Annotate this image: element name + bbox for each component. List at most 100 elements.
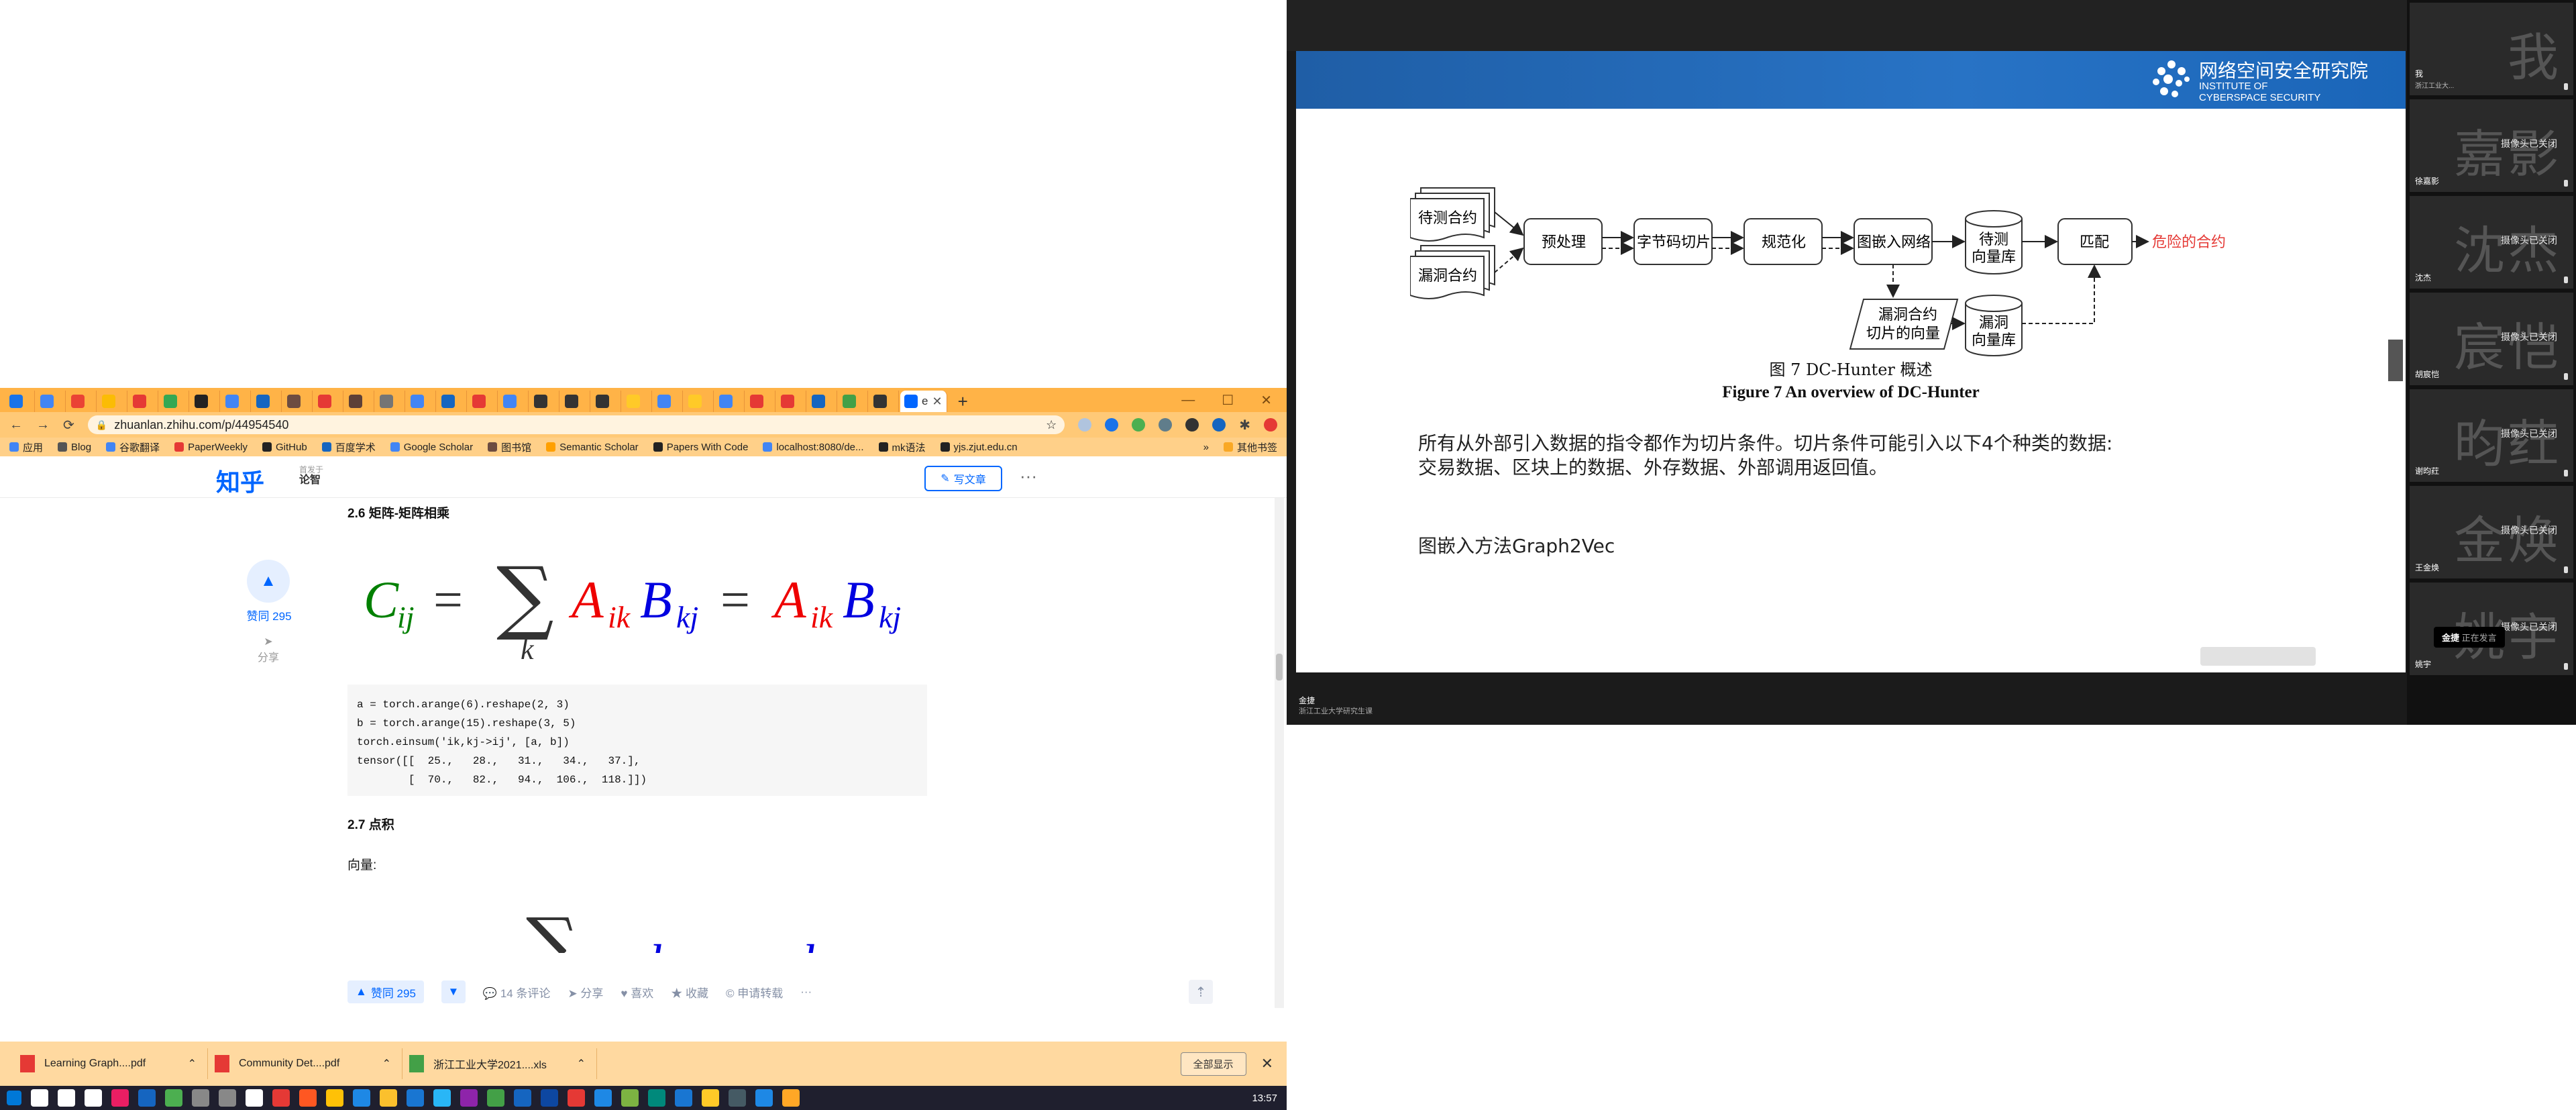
bookmark-item[interactable]: PaperWeekly	[174, 440, 248, 454]
tab[interactable]	[67, 391, 97, 412]
more-icon[interactable]: ···	[1020, 466, 1037, 487]
download-item[interactable]: Community Det....pdf ⌃	[208, 1048, 402, 1079]
bookmark-item[interactable]: 应用	[9, 440, 43, 454]
taskbar-app-icon[interactable]	[272, 1089, 290, 1107]
profile-avatar[interactable]	[1264, 418, 1277, 432]
minimize-icon[interactable]: —	[1181, 393, 1195, 408]
share-button[interactable]: ➤ 分享	[568, 984, 603, 1001]
participant-tile[interactable]: 宸恺 摄像头已关闭 胡宸恺	[2410, 293, 2573, 385]
tab[interactable]	[839, 391, 868, 412]
page-scrollbar[interactable]	[1275, 498, 1284, 1008]
taskbar-app-icon[interactable]	[326, 1089, 343, 1107]
taskbar-app-icon[interactable]	[729, 1089, 746, 1107]
taskbar-app-icon[interactable]	[648, 1089, 665, 1107]
tab[interactable]	[530, 391, 559, 412]
tab[interactable]	[746, 391, 775, 412]
star-icon[interactable]: ☆	[1046, 418, 1057, 432]
participant-tile[interactable]: 金焕 摄像头已关闭 王金焕	[2410, 486, 2573, 578]
collapse-gallery-button[interactable]	[2388, 340, 2403, 381]
tab[interactable]	[283, 391, 313, 412]
taskbar-app-icon[interactable]	[299, 1089, 317, 1107]
taskbar-app-icon[interactable]	[219, 1089, 236, 1107]
comments-button[interactable]: 💬 14 条评论	[483, 984, 551, 1001]
bookmark-item[interactable]: Papers With Code	[653, 440, 748, 454]
extension-icon[interactable]	[1212, 418, 1226, 432]
taskbar-app-icon[interactable]	[702, 1089, 719, 1107]
tab[interactable]	[129, 391, 158, 412]
taskbar-app-icon[interactable]	[192, 1089, 209, 1107]
bookmark-item[interactable]: localhost:8080/de...	[763, 440, 864, 454]
tab[interactable]	[499, 391, 529, 412]
tab[interactable]	[592, 391, 621, 412]
taskbar-app-icon[interactable]	[111, 1089, 129, 1107]
participant-tile[interactable]: 我我浙江工业大...	[2410, 3, 2573, 95]
forward-icon[interactable]: →	[36, 417, 50, 433]
taskbar-app-icon[interactable]	[31, 1089, 48, 1107]
tab[interactable]	[623, 391, 652, 412]
tab[interactable]	[98, 391, 127, 412]
tab[interactable]	[653, 391, 683, 412]
tab[interactable]	[684, 391, 714, 412]
tab[interactable]	[777, 391, 806, 412]
back-to-top-button[interactable]: ⇡	[1189, 980, 1213, 1004]
taskbar-app-icon[interactable]	[675, 1089, 692, 1107]
bookmark-item[interactable]: yjs.zjut.edu.cn	[940, 440, 1018, 454]
close-tab-icon[interactable]: ✕	[932, 395, 942, 409]
taskbar-app-icon[interactable]	[246, 1089, 263, 1107]
zhihu-logo[interactable]: 知乎	[216, 463, 264, 498]
download-item[interactable]: Learning Graph....pdf ⌃	[13, 1048, 208, 1079]
tab[interactable]	[221, 391, 251, 412]
extension-icon[interactable]	[1159, 418, 1173, 432]
tab[interactable]	[437, 391, 467, 412]
show-all-downloads-button[interactable]: 全部显示	[1180, 1052, 1246, 1076]
like-button[interactable]: ♥ 喜欢	[621, 984, 653, 1001]
tab[interactable]	[191, 391, 220, 412]
taskbar-app-icon[interactable]	[514, 1089, 531, 1107]
code-block[interactable]: a = torch.arange(6).reshape(2, 3) b = to…	[347, 685, 927, 796]
taskbar-app-icon[interactable]	[621, 1089, 639, 1107]
tab[interactable]	[808, 391, 837, 412]
taskbar-app-icon[interactable]	[487, 1089, 504, 1107]
extension-icon[interactable]	[1078, 418, 1092, 432]
download-item[interactable]: 浙江工业大学2021....xls ⌃	[402, 1048, 597, 1079]
reload-icon[interactable]: ⟳	[63, 417, 74, 434]
vote-up-button[interactable]: ▲	[247, 560, 290, 603]
back-icon[interactable]: ←	[9, 417, 23, 433]
bookmark-item[interactable]: Blog	[58, 440, 91, 454]
tab[interactable]	[376, 391, 405, 412]
extension-icon[interactable]	[1185, 418, 1199, 432]
taskbar-app-icon[interactable]	[165, 1089, 182, 1107]
puzzle-icon[interactable]: ✱	[1239, 417, 1250, 434]
extension-icon[interactable]	[1105, 418, 1119, 432]
tab[interactable]	[36, 391, 66, 412]
participant-tile[interactable]: 昀荭 摄像头已关闭 谢昀荭	[2410, 389, 2573, 482]
bookmark-item[interactable]: 图书馆	[488, 440, 531, 454]
bookmark-item[interactable]: 谷歌翻译	[106, 440, 160, 454]
slide-control-bar[interactable]	[2200, 647, 2316, 666]
taskbar-app-icon[interactable]	[460, 1089, 478, 1107]
taskbar-app-icon[interactable]	[138, 1089, 156, 1107]
taskbar-app-icon[interactable]	[433, 1089, 451, 1107]
bookmark-item[interactable]: GitHub	[262, 440, 307, 454]
participant-tile[interactable]: 嘉影 摄像头已关闭 徐嘉影	[2410, 99, 2573, 192]
share-side-button[interactable]: ➤ 分享	[255, 635, 282, 664]
bookmarks-overflow-icon[interactable]: »	[1203, 442, 1209, 453]
address-bar[interactable]: 🔒 zhuanlan.zhihu.com/p/44954540 ☆	[87, 415, 1065, 434]
tab[interactable]	[561, 391, 590, 412]
taskbar-app-icon[interactable]	[755, 1089, 773, 1107]
taskbar-app-icon[interactable]	[568, 1089, 585, 1107]
tab[interactable]	[314, 391, 343, 412]
vote-up-button[interactable]: ▲ 赞同 295	[347, 980, 424, 1003]
taskbar-app-icon[interactable]	[407, 1089, 424, 1107]
taskbar-app-icon[interactable]	[7, 1091, 21, 1105]
more-actions-button[interactable]: ···	[800, 985, 812, 999]
bookmark-item[interactable]: 百度学术	[321, 440, 376, 454]
tab-active[interactable]: e ✕	[900, 391, 947, 412]
tab[interactable]	[407, 391, 436, 412]
tab[interactable]	[468, 391, 498, 412]
close-downloads-icon[interactable]: ✕	[1261, 1055, 1273, 1072]
tab[interactable]	[5, 391, 35, 412]
extension-icon[interactable]	[1132, 418, 1146, 432]
taskbar-app-icon[interactable]	[58, 1089, 75, 1107]
maximize-icon[interactable]: ☐	[1222, 392, 1234, 409]
